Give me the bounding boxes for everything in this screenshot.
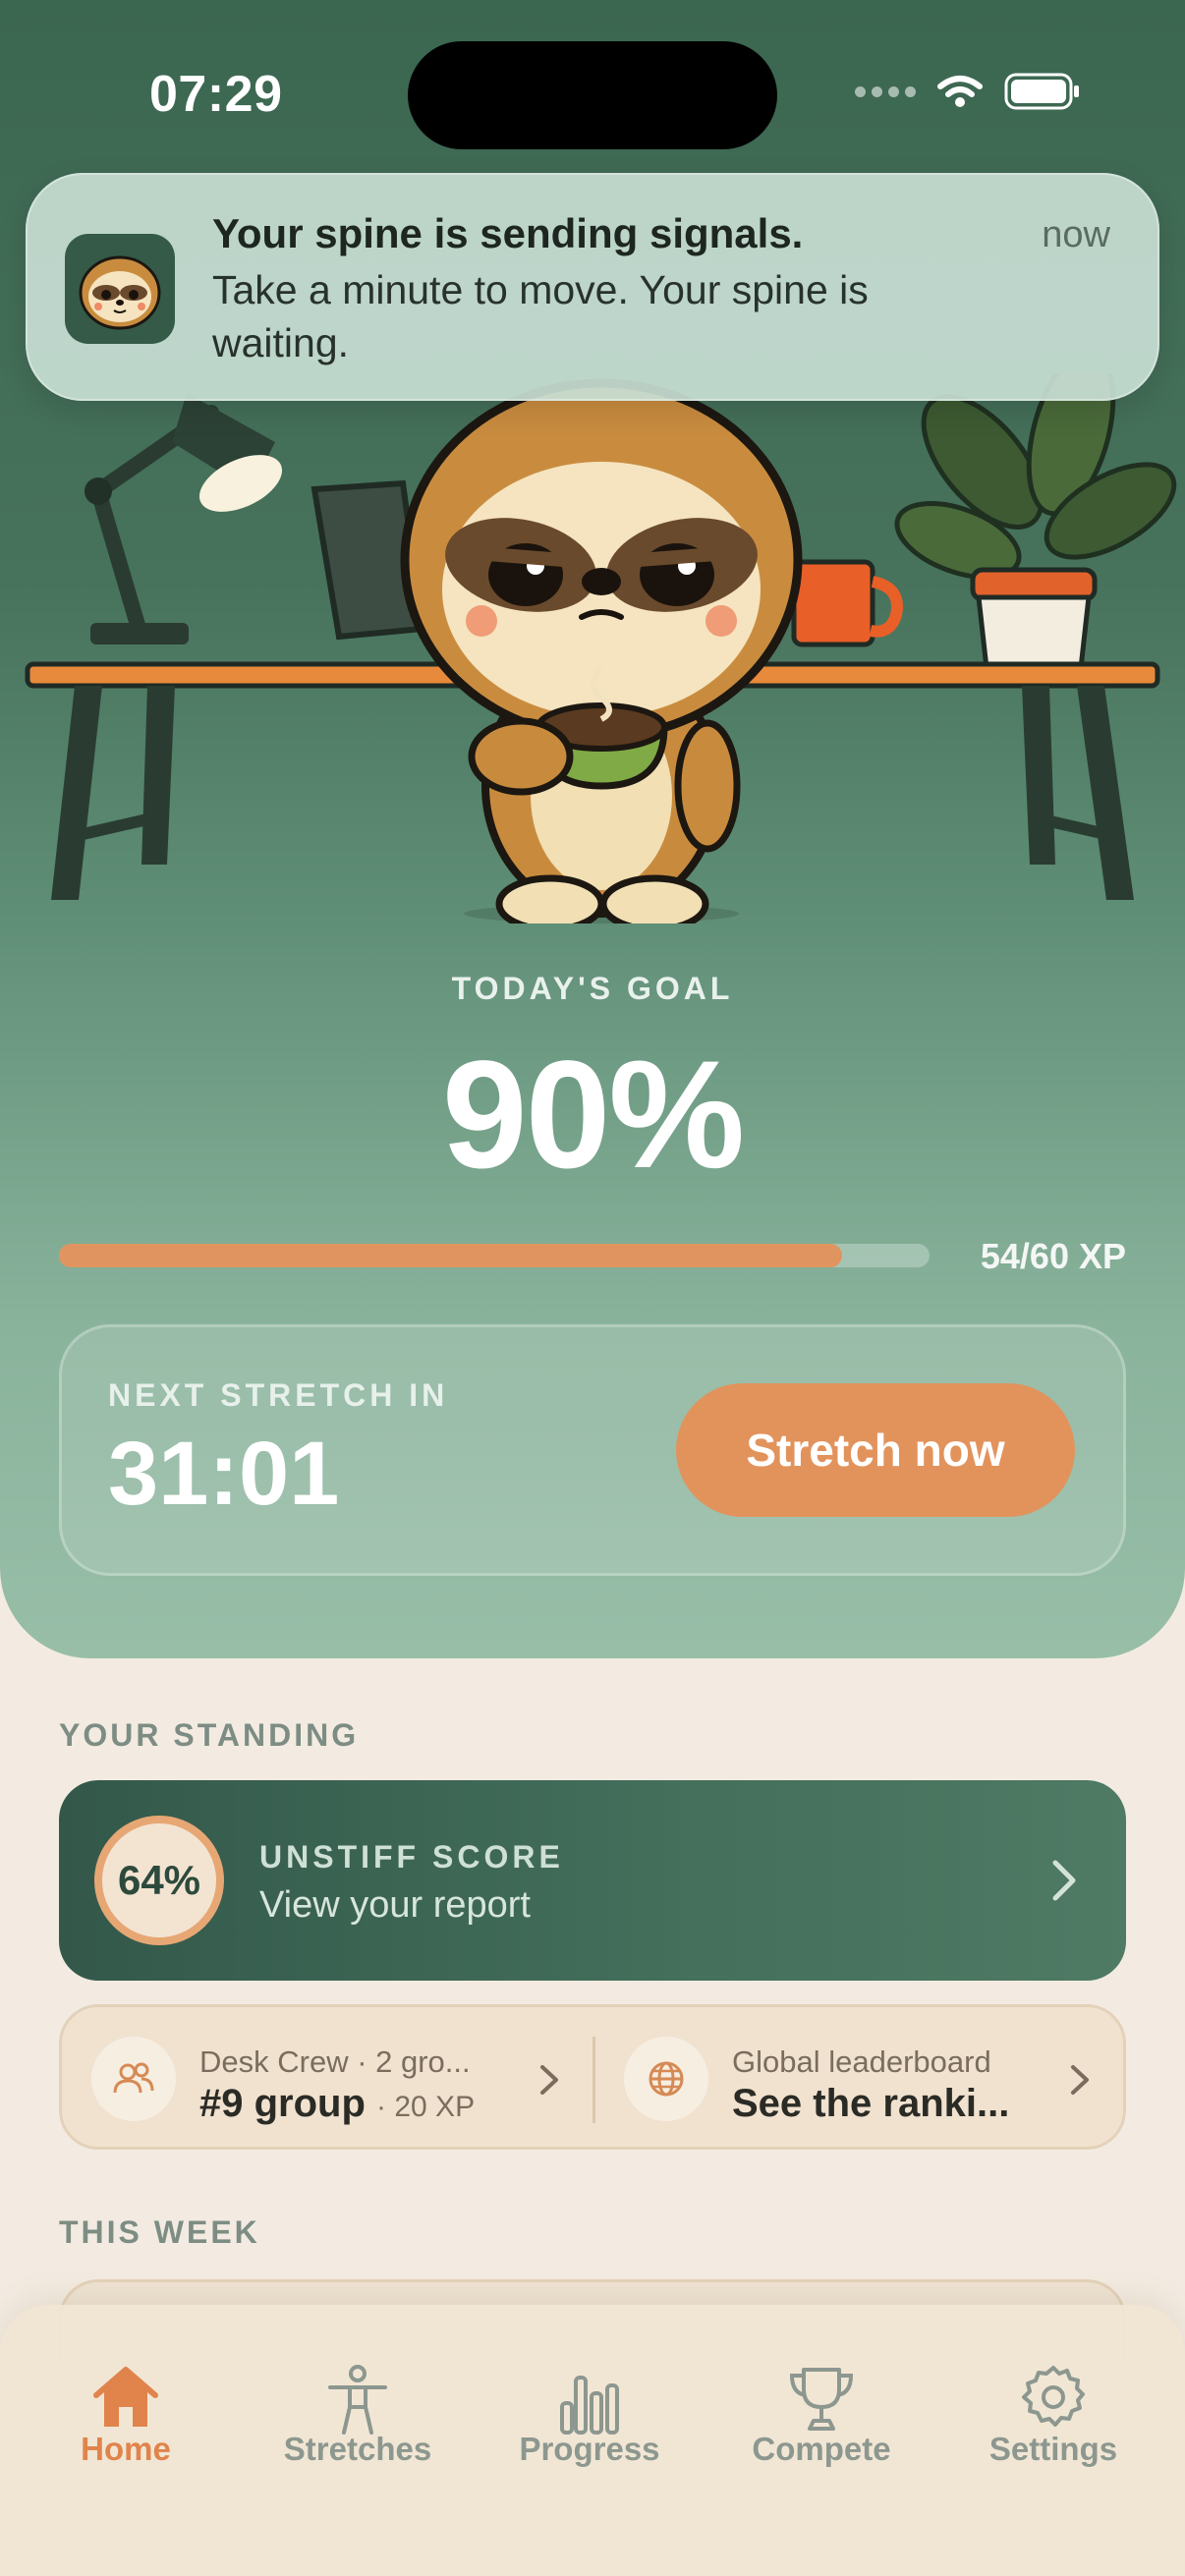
globe-icon — [624, 2037, 708, 2121]
status-time: 07:29 — [149, 66, 283, 123]
tab-home-label: Home — [81, 2431, 171, 2467]
score-subtitle: View your report — [259, 1884, 531, 1926]
group-chevron-icon[interactable] — [537, 2062, 561, 2098]
tab-home[interactable]: Home — [10, 2305, 242, 2501]
tab-compete-label: Compete — [752, 2431, 891, 2467]
next-stretch-countdown: 31:01 — [108, 1424, 340, 1524]
xp-progress-fill — [59, 1244, 843, 1267]
group-rank-value: #9 group — [199, 2082, 366, 2125]
orange-mug — [791, 559, 903, 647]
notification-time: now — [1042, 214, 1110, 255]
people-icon — [91, 2037, 176, 2121]
goal-label: TODAY'S GOAL — [451, 971, 734, 1006]
goal-percentage: 90% — [441, 1030, 745, 1201]
tab-progress[interactable]: Progress — [474, 2305, 705, 2501]
sloth-mascot — [400, 378, 803, 933]
tab-bar: Home Stretches Progress Compete Settings — [0, 2305, 1185, 2576]
divider — [592, 2037, 595, 2123]
sloth-face-icon — [65, 234, 175, 344]
tab-compete[interactable]: Compete — [705, 2305, 937, 2501]
chevron-right-icon — [1052, 1860, 1076, 1901]
global-link[interactable]: See the ranki... — [732, 2082, 1009, 2126]
cellular-signal-icon — [855, 85, 916, 97]
global-subtitle: Global leaderboard — [732, 2044, 991, 2079]
leaderboard-card: Desk Crew · 2 gro... #9 group · 20 XP Gl… — [59, 2004, 1126, 2150]
desk-scene-illustration — [0, 348, 1185, 933]
unstiff-score-card[interactable]: 64% UNSTIFF SCORE View your report — [59, 1780, 1126, 1981]
battery-icon — [1004, 73, 1079, 110]
global-chevron-icon[interactable] — [1068, 2062, 1092, 2098]
notification-title: Your spine is sending signals. — [212, 210, 804, 256]
week-section-label: THIS WEEK — [59, 2214, 260, 2250]
group-rank: #9 group · 20 XP — [199, 2082, 475, 2126]
next-stretch-label: NEXT STRETCH IN — [108, 1377, 449, 1413]
score-title: UNSTIFF SCORE — [259, 1839, 564, 1875]
group-xp: · 20 XP — [376, 2091, 476, 2123]
tab-stretches-label: Stretches — [283, 2431, 432, 2467]
wifi-icon — [937, 76, 983, 107]
potted-plant — [894, 348, 1177, 671]
stretch-now-button[interactable]: Stretch now — [676, 1383, 1075, 1517]
tab-progress-label: Progress — [519, 2431, 660, 2467]
xp-progress-bar — [59, 1244, 930, 1267]
standing-section-label: YOUR STANDING — [59, 1717, 360, 1753]
tab-stretches[interactable]: Stretches — [242, 2305, 474, 2501]
tab-settings[interactable]: Settings — [937, 2305, 1169, 2501]
group-subtitle: Desk Crew · 2 gro... — [199, 2044, 471, 2079]
score-ring: 64% — [94, 1816, 224, 1945]
notification-banner[interactable]: Your spine is sending signals. Take a mi… — [26, 173, 1159, 401]
notification-body: Take a minute to move. Your spine is wai… — [212, 267, 869, 365]
xp-text: 54/60 XP — [980, 1236, 1126, 1276]
tab-settings-label: Settings — [988, 2431, 1118, 2467]
dynamic-island — [408, 41, 777, 149]
status-icons — [855, 73, 1081, 110]
desk-lamp — [85, 393, 283, 644]
